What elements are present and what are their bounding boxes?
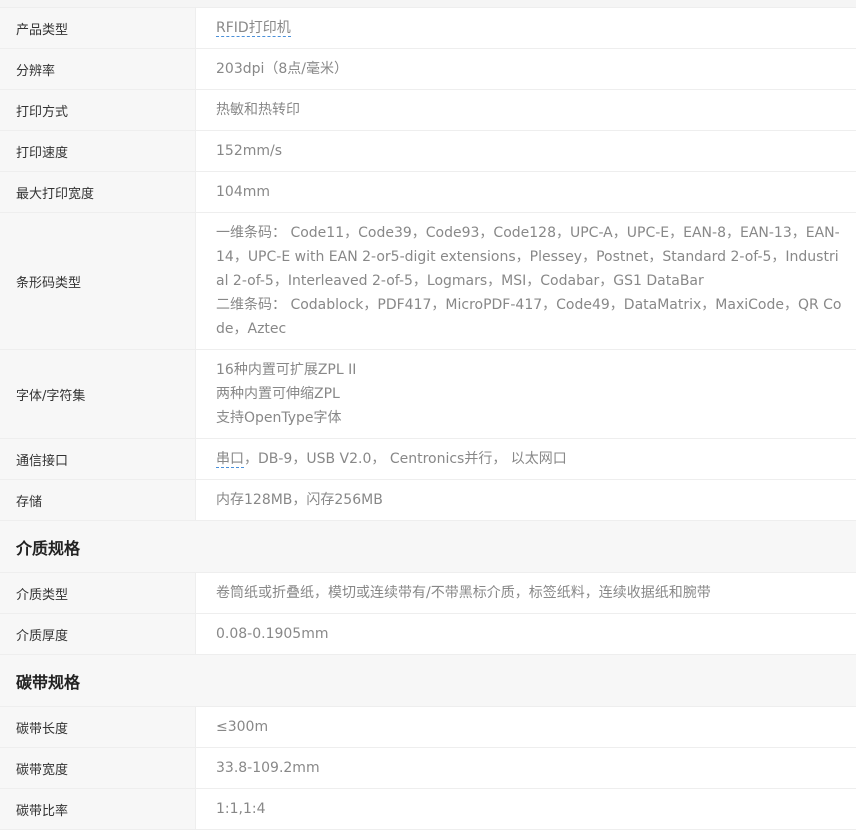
spec-row-ribbon-length: 碳带长度 ≤300m bbox=[0, 707, 856, 748]
spec-row-interface: 通信接口 串口，DB-9，USB V2.0， Centronics并行， 以太网… bbox=[0, 439, 856, 480]
spec-label: 条形码类型 bbox=[0, 213, 196, 349]
spec-value: 33.8-109.2mm bbox=[216, 760, 320, 776]
spec-value: 串口，DB-9，USB V2.0， Centronics并行， 以太网口 bbox=[196, 439, 856, 479]
spec-label: 存储 bbox=[0, 480, 196, 520]
spec-value: 16种内置可扩展ZPL II 两种内置可伸缩ZPL 支持OpenType字体 bbox=[196, 350, 856, 438]
spec-value: 203dpi（8点/毫米） bbox=[216, 61, 349, 77]
spec-value: 1:1,1:4 bbox=[216, 801, 266, 817]
spec-value: 152mm/s bbox=[216, 143, 283, 159]
spec-label: 分辨率 bbox=[0, 49, 196, 89]
barcode-2d: 二维条码： Codablock，PDF417，MicroPDF-417，Code… bbox=[216, 297, 842, 337]
section-title-media: 介质规格 bbox=[0, 521, 856, 573]
spec-row-product-type: 产品类型 RFID打印机 bbox=[0, 8, 856, 49]
font-line: 两种内置可伸缩ZPL bbox=[216, 386, 340, 402]
product-type-link[interactable]: RFID打印机 bbox=[216, 20, 291, 37]
spec-label: 最大打印宽度 bbox=[0, 172, 196, 212]
spec-row-fonts: 字体/字符集 16种内置可扩展ZPL II 两种内置可伸缩ZPL 支持OpenT… bbox=[0, 350, 856, 439]
spec-label: 字体/字符集 bbox=[0, 350, 196, 438]
spec-value: 内存128MB，闪存256MB bbox=[216, 492, 383, 508]
spec-value: 一维条码： Code11，Code39，Code93，Code128，UPC-A… bbox=[196, 213, 856, 349]
spec-value: 热敏和热转印 bbox=[216, 102, 300, 118]
font-line: 16种内置可扩展ZPL II bbox=[216, 362, 357, 378]
font-line: 支持OpenType字体 bbox=[216, 410, 342, 426]
spec-value: ≤300m bbox=[216, 719, 269, 735]
spec-label: 产品类型 bbox=[0, 8, 196, 48]
spec-row-barcode-types: 条形码类型 一维条码： Code11，Code39，Code93，Code128… bbox=[0, 213, 856, 350]
spec-value: 卷筒纸或折叠纸，模切或连续带有/不带黑标介质，标签纸料，连续收据纸和腕带 bbox=[216, 585, 711, 601]
spec-row-resolution: 分辨率 203dpi（8点/毫米） bbox=[0, 49, 856, 90]
top-divider bbox=[0, 0, 856, 8]
spec-row-print-method: 打印方式 热敏和热转印 bbox=[0, 90, 856, 131]
spec-label: 打印速度 bbox=[0, 131, 196, 171]
spec-label: 打印方式 bbox=[0, 90, 196, 130]
spec-row-ribbon-ratio: 碳带比率 1:1,1:4 bbox=[0, 789, 856, 830]
spec-label: 介质类型 bbox=[0, 573, 196, 613]
barcode-1d: 一维条码： Code11，Code39，Code93，Code128，UPC-A… bbox=[216, 225, 840, 289]
spec-row-ribbon-width: 碳带宽度 33.8-109.2mm bbox=[0, 748, 856, 789]
spec-value: RFID打印机 bbox=[196, 8, 856, 48]
section-title-ribbon: 碳带规格 bbox=[0, 655, 856, 707]
serial-port-link[interactable]: 串口 bbox=[216, 451, 244, 468]
spec-label: 碳带长度 bbox=[0, 707, 196, 747]
spec-label: 介质厚度 bbox=[0, 614, 196, 654]
spec-label: 碳带比率 bbox=[0, 789, 196, 829]
spec-table: 产品类型 RFID打印机 分辨率 203dpi（8点/毫米） 打印方式 热敏和热… bbox=[0, 0, 856, 830]
spec-row-max-width: 最大打印宽度 104mm bbox=[0, 172, 856, 213]
spec-row-media-type: 介质类型 卷筒纸或折叠纸，模切或连续带有/不带黑标介质，标签纸料，连续收据纸和腕… bbox=[0, 573, 856, 614]
spec-label: 通信接口 bbox=[0, 439, 196, 479]
interface-rest: ，DB-9，USB V2.0， Centronics并行， 以太网口 bbox=[244, 451, 567, 467]
spec-value: 104mm bbox=[216, 184, 270, 200]
spec-label: 碳带宽度 bbox=[0, 748, 196, 788]
spec-row-storage: 存储 内存128MB，闪存256MB bbox=[0, 480, 856, 521]
spec-row-media-thickness: 介质厚度 0.08-0.1905mm bbox=[0, 614, 856, 655]
spec-row-print-speed: 打印速度 152mm/s bbox=[0, 131, 856, 172]
spec-value: 0.08-0.1905mm bbox=[216, 626, 329, 642]
